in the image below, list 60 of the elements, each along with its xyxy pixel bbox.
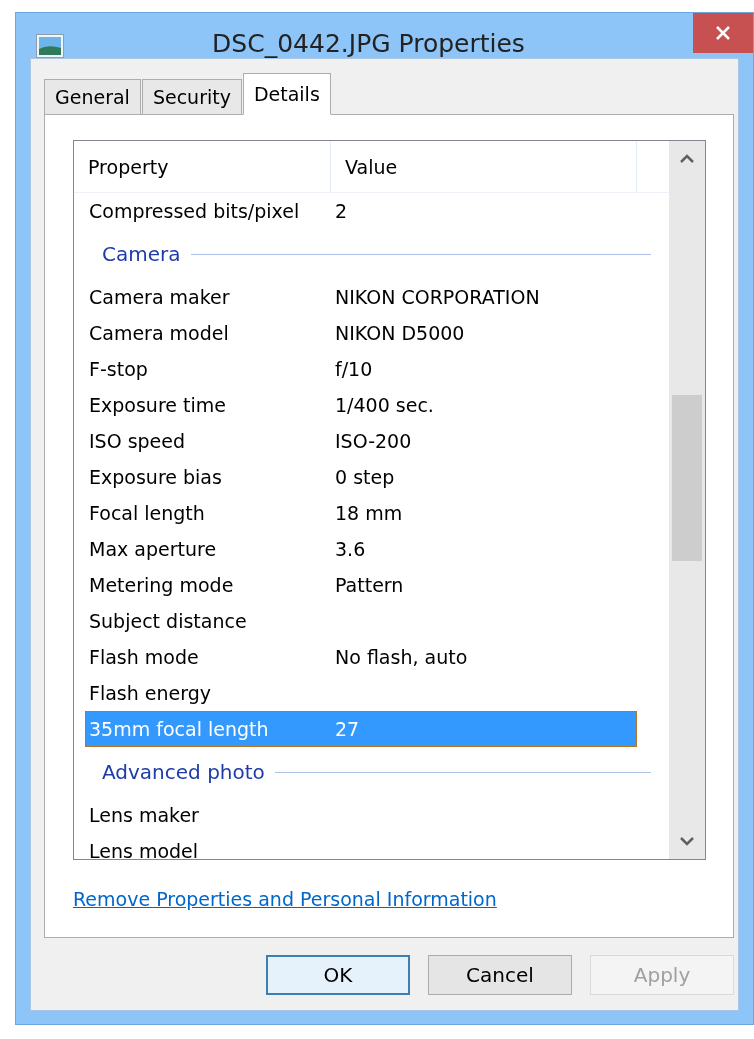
group-header: Advanced photo xyxy=(102,760,265,784)
property-name: Exposure time xyxy=(88,394,227,416)
property-name: Exposure bias xyxy=(88,466,223,488)
scroll-down-icon[interactable] xyxy=(679,836,695,846)
property-value: 2 xyxy=(335,200,349,222)
property-row[interactable]: F-stop f/10 xyxy=(85,351,637,387)
property-value: No flash, auto xyxy=(335,646,469,668)
property-name: Camera model xyxy=(88,322,230,344)
property-value: 18 mm xyxy=(335,502,404,524)
window-title: DSC_0442.JPG Properties xyxy=(211,29,526,58)
tab[interactable]: General xyxy=(44,79,141,115)
property-row[interactable]: Camera maker NIKON CORPORATION xyxy=(85,279,637,315)
scroll-up-icon[interactable] xyxy=(679,154,695,164)
property-name: Compressed bits/pixel xyxy=(88,200,301,222)
close-icon xyxy=(715,25,731,41)
property-name: 35mm focal length xyxy=(88,718,270,740)
group-header: Camera xyxy=(102,242,181,266)
property-value: f/10 xyxy=(335,358,374,380)
tab[interactable]: Details xyxy=(242,73,331,115)
property-row[interactable]: Compressed bits/pixel 2 xyxy=(85,193,637,229)
column-header[interactable]: Property xyxy=(74,141,331,193)
property-value: ISO-200 xyxy=(335,430,413,452)
property-name: Flash energy xyxy=(88,682,213,704)
property-row[interactable]: Exposure bias 0 step xyxy=(85,459,637,495)
property-name: Lens maker xyxy=(88,804,200,826)
property-row[interactable]: Lens model xyxy=(85,833,637,859)
property-name: Metering mode xyxy=(88,574,235,596)
property-name: Subject distance xyxy=(88,610,248,632)
property-row[interactable]: Max aperture 3.6 xyxy=(85,531,637,567)
property-value: NIKON CORPORATION xyxy=(335,286,541,308)
property-value: 3.6 xyxy=(335,538,367,560)
property-name: Lens model xyxy=(88,840,200,859)
property-row[interactable]: Camera model NIKON D5000 xyxy=(85,315,637,351)
property-row[interactable]: Flash mode No flash, auto xyxy=(85,639,637,675)
property-value: Pattern xyxy=(335,574,405,596)
property-value: 1/400 sec. xyxy=(335,394,435,416)
property-name: Flash mode xyxy=(88,646,200,668)
property-name: F-stop xyxy=(88,358,149,380)
property-name: ISO speed xyxy=(88,430,187,452)
close-button[interactable] xyxy=(693,13,753,53)
property-row[interactable]: Subject distance xyxy=(85,603,637,639)
dialog-button[interactable]: Cancel xyxy=(428,955,572,995)
property-value: 27 xyxy=(335,718,361,740)
dialog-button[interactable]: OK xyxy=(266,955,410,995)
property-value: NIKON D5000 xyxy=(335,322,466,344)
property-name: Max aperture xyxy=(88,538,218,560)
scroll-thumb[interactable] xyxy=(672,395,702,561)
tab[interactable]: Security xyxy=(141,79,242,115)
property-row[interactable]: Lens maker xyxy=(85,797,637,833)
property-row[interactable]: Metering mode Pattern xyxy=(85,567,637,603)
column-header[interactable]: Value xyxy=(331,141,637,193)
property-row[interactable]: Focal length 18 mm xyxy=(85,495,637,531)
remove-properties-link[interactable]: Remove Properties and Personal Information xyxy=(73,887,497,910)
property-name: Camera maker xyxy=(88,286,231,308)
property-row[interactable]: Flash energy xyxy=(85,675,637,711)
property-name: Focal length xyxy=(88,502,206,524)
property-row[interactable]: ISO speed ISO-200 xyxy=(85,423,637,459)
property-value: 0 step xyxy=(335,466,396,488)
scrollbar[interactable] xyxy=(669,141,705,859)
property-row[interactable]: Exposure time 1/400 sec. xyxy=(85,387,637,423)
